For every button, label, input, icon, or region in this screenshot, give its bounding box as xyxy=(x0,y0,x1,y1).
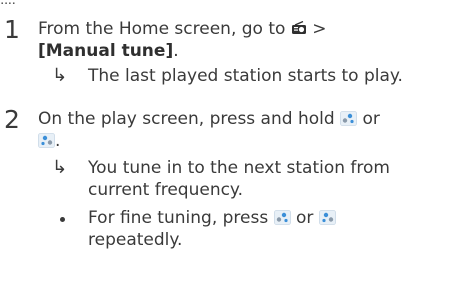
fine-tuning-prefix: For fine tuning, press xyxy=(88,208,269,228)
fine-tuning-or: or xyxy=(296,208,314,228)
next-button-icon xyxy=(38,132,55,148)
step-1-text-prefix: From the Home screen, go to xyxy=(38,19,286,39)
previous-button-icon xyxy=(273,209,291,225)
step-2-result-line-2: current frequency. xyxy=(88,180,243,200)
manual-tune-label: [Manual tune] xyxy=(38,41,174,61)
step-1-text-suffix: > xyxy=(312,19,327,39)
bullet-dot xyxy=(60,217,65,222)
previous-button-icon xyxy=(340,110,357,126)
step-1-period: . xyxy=(173,41,179,61)
step-2-text-suffix: or xyxy=(362,109,380,129)
fine-tuning-line-2: repeatedly. xyxy=(88,230,183,250)
step-2-result-line-1: You tune in to the next station from xyxy=(88,158,390,178)
fine-tuning-line-1: For fine tuning, press or xyxy=(88,207,336,229)
step-number: 1 xyxy=(4,15,20,44)
manual-page: ᐧᐧᐧᐧ 1 From the Home screen, go to > [Ma… xyxy=(0,0,453,297)
result-arrow-icon: ↳ xyxy=(52,157,68,178)
step-1-result: The last played station starts to play. xyxy=(88,66,403,86)
step-2-line-2: . xyxy=(38,130,60,152)
next-button-icon xyxy=(318,209,336,225)
step-number: 2 xyxy=(4,105,20,134)
step-1-text: From the Home screen, go to > xyxy=(38,18,326,40)
step-2-text-prefix: On the play screen, press and hold xyxy=(38,109,335,129)
step-2-line-1: On the play screen, press and hold or xyxy=(38,108,380,130)
step-2-period: . xyxy=(55,131,61,151)
cut-off-text: ᐧᐧᐧᐧ xyxy=(0,0,40,4)
result-arrow-icon: ↳ xyxy=(52,65,68,86)
radio-icon xyxy=(291,19,307,34)
step-1-menu-label: [Manual tune]. xyxy=(38,40,179,62)
